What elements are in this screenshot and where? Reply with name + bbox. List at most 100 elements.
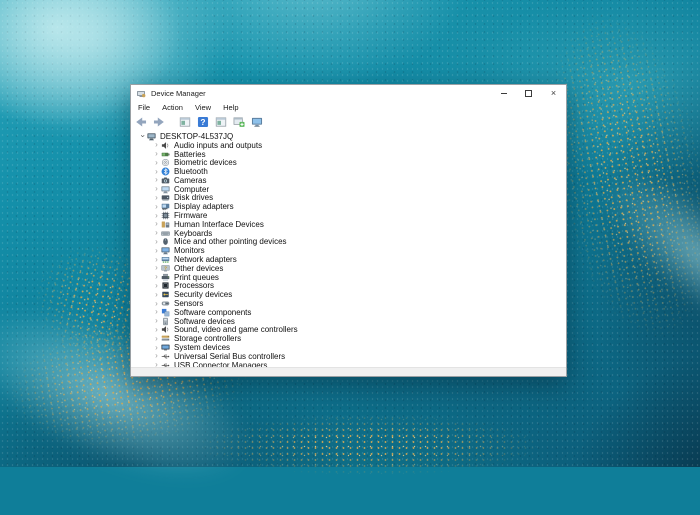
chevron-down-icon[interactable]: › (139, 132, 147, 141)
scan-plus-icon (233, 116, 245, 128)
chevron-right-icon[interactable]: › (152, 159, 161, 167)
minimize-icon (501, 93, 507, 94)
tree-item-label: Keyboards (173, 229, 212, 238)
close-button[interactable]: × (541, 85, 566, 102)
chevron-right-icon[interactable]: › (152, 229, 161, 237)
menu-item-view[interactable]: View (189, 102, 217, 113)
tree-item-cameras[interactable]: ›Cameras (131, 176, 566, 185)
tree-item-audio-inputs-and-outputs[interactable]: › Audio inputs and outputs (131, 141, 566, 150)
tree-item-label: Display adapters (173, 202, 234, 211)
chevron-right-icon[interactable]: › (152, 150, 161, 158)
chevron-right-icon[interactable]: › (152, 141, 161, 149)
tree-item-label: Software components (173, 308, 251, 317)
camera-icon (161, 176, 173, 185)
tree-item-label: Sound, video and game controllers (173, 325, 298, 334)
help-icon: ? (197, 116, 209, 128)
chevron-right-icon[interactable]: › (152, 168, 161, 176)
tree-item-storage-controllers[interactable]: ›Storage controllers (131, 334, 566, 343)
arrow-right-icon (153, 116, 165, 128)
chevron-right-icon[interactable]: › (152, 247, 161, 255)
chevron-right-icon[interactable]: › (152, 317, 161, 325)
chevron-right-icon[interactable]: › (152, 300, 161, 308)
tree-item-keyboards[interactable]: › Keyboards (131, 229, 566, 238)
scan-hardware-changes-button[interactable] (232, 115, 246, 128)
tree-item-desktop-4l537jq[interactable]: › DESKTOP-4L537JQ (131, 132, 566, 141)
maximize-button[interactable] (516, 85, 541, 102)
help-button[interactable]: ? (196, 115, 210, 128)
chevron-right-icon[interactable]: › (152, 273, 161, 281)
chevron-right-icon[interactable]: › (152, 282, 161, 290)
chevron-right-icon[interactable]: › (152, 212, 161, 220)
title-bar[interactable]: Device Manager × (131, 85, 566, 102)
tree-item-label: Other devices (173, 264, 223, 273)
menu-item-help[interactable]: Help (217, 102, 244, 113)
tree-item-label: Network adapters (173, 255, 237, 264)
tree-item-software-devices[interactable]: › Software devices (131, 317, 566, 326)
network-icon (161, 255, 173, 264)
maximize-icon (525, 90, 532, 97)
properties-button[interactable] (214, 115, 228, 128)
tree-item-label: Computer (173, 185, 209, 194)
chevron-right-icon[interactable]: › (152, 185, 161, 193)
chevron-right-icon[interactable]: › (152, 326, 161, 334)
tree-root-label: DESKTOP-4L537JQ (159, 132, 233, 141)
tree-item-label: Bluetooth (173, 167, 208, 176)
tree-item-label: Processors (173, 281, 214, 290)
tree-item-bluetooth[interactable]: › Bluetooth (131, 167, 566, 176)
tree-item-mice-and-other-pointing-devices[interactable]: ›Mice and other pointing devices (131, 238, 566, 247)
chevron-right-icon[interactable]: › (152, 256, 161, 264)
tree-item-other-devices[interactable]: ›?Other devices (131, 264, 566, 273)
console-window-icon (179, 116, 191, 128)
chevron-right-icon[interactable]: › (152, 176, 161, 184)
software-component-icon (161, 308, 173, 317)
tree-item-sound-video-and-game-controllers[interactable]: › Sound, video and game controllers (131, 326, 566, 335)
chevron-right-icon[interactable]: › (152, 203, 161, 211)
tree-item-label: Software devices (173, 317, 235, 326)
menu-item-file[interactable]: File (132, 102, 156, 113)
keyboard-icon (161, 229, 173, 238)
devices-view-button[interactable] (250, 115, 264, 128)
minimize-button[interactable] (491, 85, 516, 102)
back-button[interactable] (134, 115, 148, 128)
chevron-right-icon[interactable]: › (152, 308, 161, 316)
tree-item-monitors[interactable]: › Monitors (131, 246, 566, 255)
tree-item-software-components[interactable]: › Software components (131, 308, 566, 317)
tree-item-display-adapters[interactable]: › Display adapters (131, 202, 566, 211)
tree-item-disk-drives[interactable]: ›Disk drives (131, 194, 566, 203)
tree-item-security-devices[interactable]: ›Security devices (131, 290, 566, 299)
tree-item-batteries[interactable]: ›Batteries (131, 150, 566, 159)
bluetooth-icon (161, 167, 173, 176)
tree-item-firmware[interactable]: › Firmware (131, 211, 566, 220)
tree-item-print-queues[interactable]: › Print queues (131, 273, 566, 282)
tree-item-system-devices[interactable]: ›System devices (131, 343, 566, 352)
chevron-right-icon[interactable]: › (152, 264, 161, 272)
tree-item-human-interface-devices[interactable]: ›Human Interface Devices (131, 220, 566, 229)
tree-item-label: Monitors (173, 246, 205, 255)
chevron-right-icon[interactable]: › (152, 194, 161, 202)
tree-item-computer[interactable]: › Computer (131, 185, 566, 194)
chevron-right-icon[interactable]: › (152, 352, 161, 360)
chevron-right-icon[interactable]: › (152, 291, 161, 299)
chevron-right-icon[interactable]: › (152, 220, 161, 228)
battery-icon (161, 150, 173, 159)
chevron-right-icon[interactable]: › (152, 238, 161, 246)
device-manager-window: Device Manager × FileActionViewHelp ? › … (130, 84, 567, 377)
system-icon (161, 343, 173, 352)
printer-icon (161, 273, 173, 282)
menu-item-action[interactable]: Action (156, 102, 189, 113)
tree-item-universal-serial-bus-controllers[interactable]: ›Universal Serial Bus controllers (131, 352, 566, 361)
console-tree-toggle-button[interactable] (178, 115, 192, 128)
speaker-icon (161, 141, 173, 150)
chip-icon (161, 211, 173, 220)
chevron-right-icon[interactable]: › (152, 344, 161, 352)
forward-button[interactable] (152, 115, 166, 128)
tree-item-biometric-devices[interactable]: ›Biometric devices (131, 158, 566, 167)
tree-item-processors[interactable]: › Processors (131, 282, 566, 291)
tree-item-label: Print queues (173, 273, 219, 282)
tree-item-sensors[interactable]: ›Sensors (131, 299, 566, 308)
chevron-right-icon[interactable]: › (152, 335, 161, 343)
tree-item-label: Firmware (173, 211, 207, 220)
tree-item-network-adapters[interactable]: › Network adapters (131, 255, 566, 264)
tree-item-label: Audio inputs and outputs (173, 141, 262, 150)
toolbar: ? (131, 114, 566, 130)
